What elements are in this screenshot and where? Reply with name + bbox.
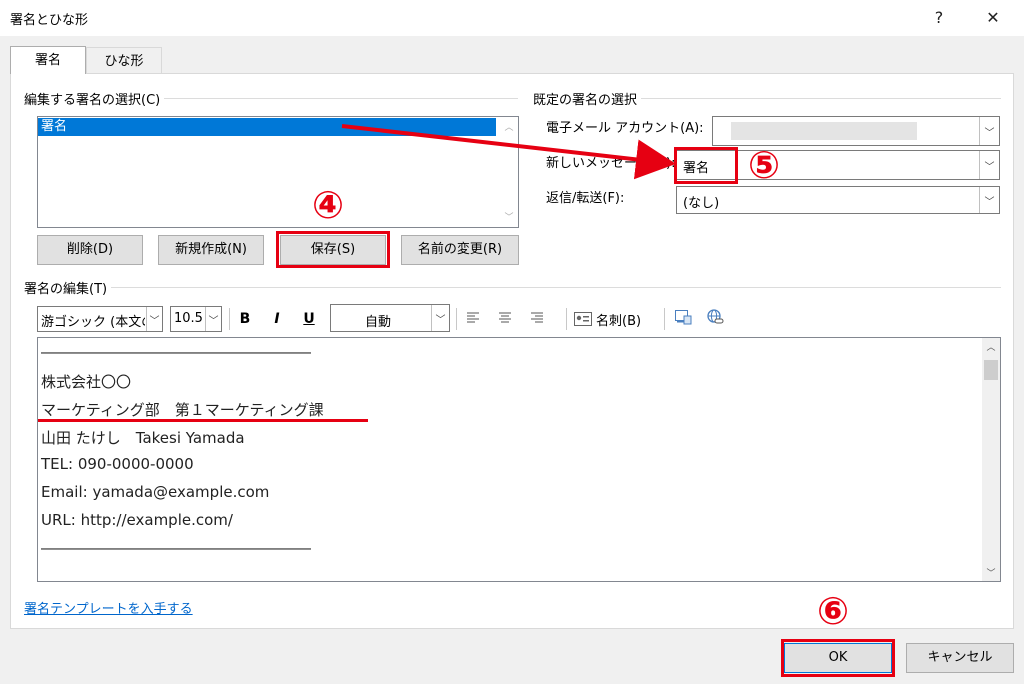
tab-signature[interactable]: 署名 [10,46,86,74]
arrow-overlay [341,124,676,180]
annotation-arrow [341,124,676,180]
